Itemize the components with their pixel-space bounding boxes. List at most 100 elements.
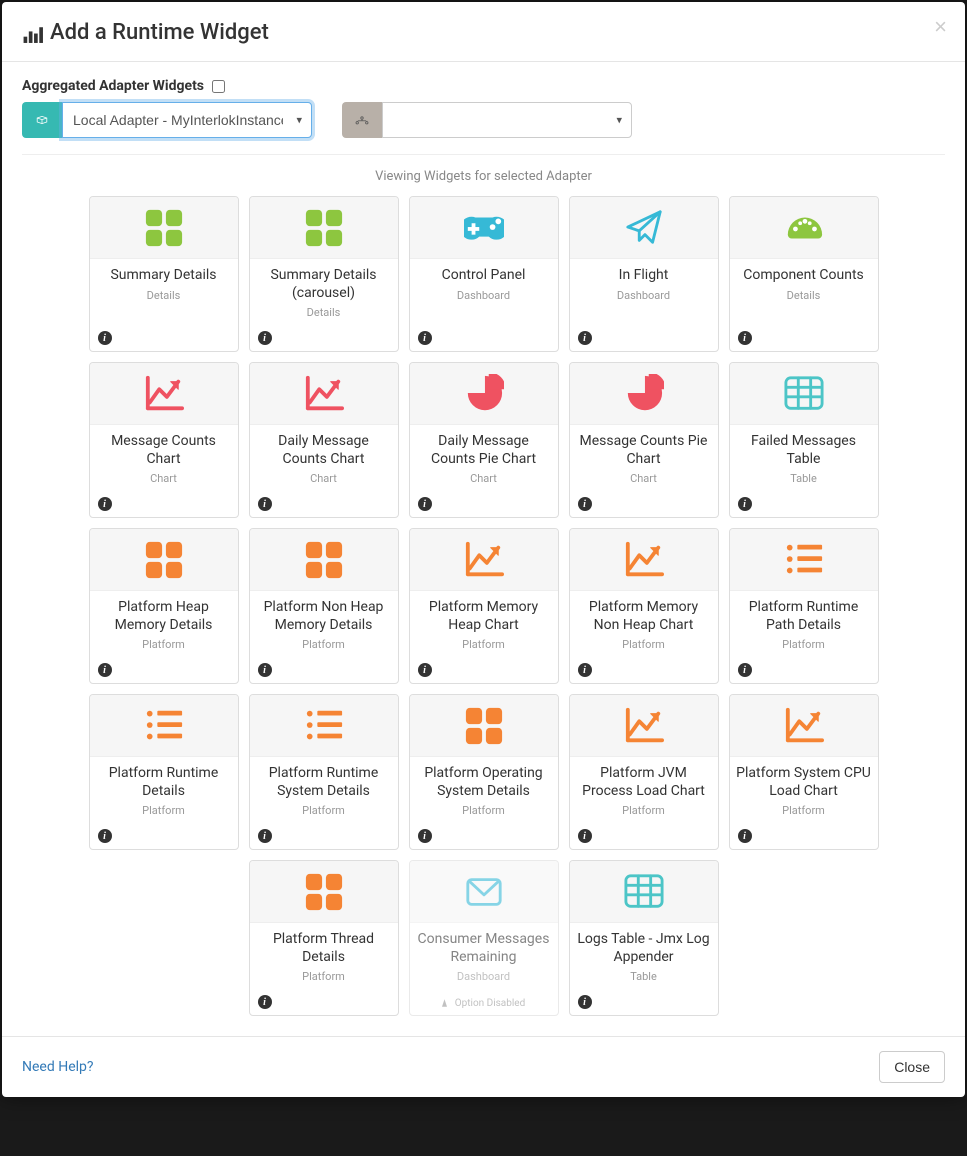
card-footer: i [570,825,718,849]
widget-card[interactable]: Platform Heap Memory Details Platform i [89,528,239,684]
widget-card[interactable]: Component Counts Details i [729,196,879,352]
aggregated-widgets-checkbox[interactable] [212,80,225,93]
card-body: Daily Message Counts Pie Chart Chart [410,425,558,493]
gamepad-teal-icon [464,208,504,248]
card-footer: i [730,825,878,849]
info-icon[interactable]: i [578,497,592,511]
close-button[interactable]: Close [879,1051,945,1083]
card-footer: i [730,659,878,683]
widget-card[interactable]: Platform Operating System Details Platfo… [409,694,559,850]
card-footer: i [90,825,238,849]
viewing-text: Viewing Widgets for selected Adapter [22,155,945,196]
grid-orange-icon [304,872,344,912]
widget-card[interactable]: Platform Runtime Path Details Platform i [729,528,879,684]
widget-card[interactable]: Message Counts Pie Chart Chart i [569,362,719,518]
card-category: Chart [256,472,392,485]
info-icon[interactable]: i [418,497,432,511]
piechart-red-icon [464,374,504,414]
card-category: Platform [96,638,232,651]
card-icon-area [570,861,718,923]
card-footer: i [570,659,718,683]
card-title: Platform Non Heap Memory Details [256,599,392,634]
info-icon[interactable]: i [578,663,592,677]
card-title: Failed Messages Table [736,433,872,468]
channel-select[interactable] [382,102,632,138]
info-icon[interactable]: i [418,829,432,843]
info-icon[interactable]: i [578,331,592,345]
widget-card[interactable]: Platform Runtime System Details Platform… [249,694,399,850]
help-link[interactable]: Need Help? [22,1059,94,1075]
card-footer: i [410,493,558,517]
card-category: Platform [96,804,232,817]
widget-card[interactable]: Message Counts Chart Chart i [89,362,239,518]
card-title: Platform System CPU Load Chart [736,765,872,800]
close-icon[interactable]: × [934,16,947,38]
card-category: Chart [416,472,552,485]
info-icon[interactable]: i [578,829,592,843]
widget-card[interactable]: Platform Non Heap Memory Details Platfor… [249,528,399,684]
info-icon[interactable]: i [578,995,592,1009]
widget-card[interactable]: Summary Details Details i [89,196,239,352]
card-category: Platform [416,638,552,651]
info-icon[interactable]: i [98,663,112,677]
widget-grid: Summary Details Details i Summary Detail… [22,196,945,1036]
widget-card[interactable]: Platform Memory Heap Chart Platform i [409,528,559,684]
card-footer: i [250,825,398,849]
card-body: Control Panel Dashboard [410,259,558,327]
warning-icon [442,998,452,1008]
widget-card[interactable]: Platform Memory Non Heap Chart Platform … [569,528,719,684]
card-body: Message Counts Chart Chart [90,425,238,493]
widget-card[interactable]: Failed Messages Table Table i [729,362,879,518]
info-icon[interactable]: i [738,663,752,677]
info-icon[interactable]: i [418,331,432,345]
card-body: Platform Runtime Details Platform [90,757,238,825]
widget-card[interactable]: Daily Message Counts Chart Chart i [249,362,399,518]
card-title: Platform Memory Heap Chart [416,599,552,634]
widget-card[interactable]: Daily Message Counts Pie Chart Chart i [409,362,559,518]
card-category: Table [576,970,712,983]
card-icon-area [410,861,558,923]
card-title: Control Panel [416,267,552,285]
info-icon[interactable]: i [98,331,112,345]
card-icon-area [90,529,238,591]
widget-card[interactable]: Platform Thread Details Platform i [249,860,399,1016]
card-category: Platform [256,970,392,983]
info-icon[interactable]: i [738,497,752,511]
card-category: Chart [96,472,232,485]
linechart-red-icon [304,374,344,414]
card-category: Dashboard [416,289,552,302]
card-title: Summary Details (carousel) [256,267,392,302]
card-title: Logs Table - Jmx Log Appender [576,931,712,966]
linechart-orange-icon [624,540,664,580]
widget-card[interactable]: Platform Runtime Details Platform i [89,694,239,850]
widget-card[interactable]: Platform JVM Process Load Chart Platform… [569,694,719,850]
card-footer: i [250,659,398,683]
info-icon[interactable]: i [258,995,272,1009]
card-icon-area [410,529,558,591]
widget-card[interactable]: In Flight Dashboard i [569,196,719,352]
widget-card[interactable]: Summary Details (carousel) Details i [249,196,399,352]
info-icon[interactable]: i [258,663,272,677]
info-icon[interactable]: i [738,829,752,843]
card-category: Table [736,472,872,485]
info-icon[interactable]: i [258,497,272,511]
adapter-select[interactable]: Local Adapter - MyInterlokInstance [62,102,312,138]
info-icon[interactable]: i [98,829,112,843]
linechart-orange-icon [464,540,504,580]
info-icon[interactable]: i [258,331,272,345]
card-footer: i [90,659,238,683]
widget-card[interactable]: Logs Table - Jmx Log Appender Table i [569,860,719,1016]
info-icon[interactable]: i [98,497,112,511]
widget-card[interactable]: Platform System CPU Load Chart Platform … [729,694,879,850]
card-footer: i [410,327,558,351]
aggregated-widgets-label: Aggregated Adapter Widgets [22,78,204,94]
info-icon[interactable]: i [418,663,432,677]
modal-header: Add a Runtime Widget × [2,2,965,62]
info-icon[interactable]: i [738,331,752,345]
piechart-red-icon [624,374,664,414]
widget-card[interactable]: Control Panel Dashboard i [409,196,559,352]
card-category: Dashboard [576,289,712,302]
card-footer: i [570,493,718,517]
card-title: In Flight [576,267,712,285]
info-icon[interactable]: i [258,829,272,843]
